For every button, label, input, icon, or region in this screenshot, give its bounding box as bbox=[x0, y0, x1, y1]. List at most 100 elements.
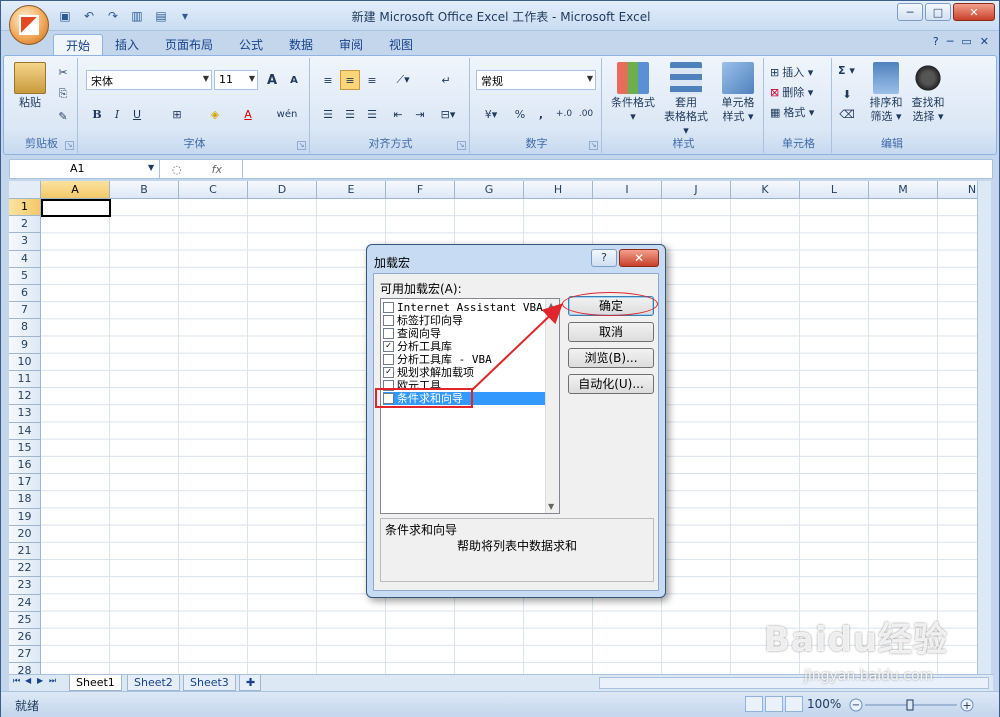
column-header[interactable]: A bbox=[41, 181, 110, 199]
row-header[interactable]: 15 bbox=[9, 439, 41, 457]
align-right-icon[interactable]: ☰ bbox=[362, 104, 382, 124]
shrink-font-button[interactable]: A bbox=[284, 70, 304, 90]
decrease-decimal-icon[interactable]: .00 bbox=[576, 104, 596, 124]
row-header[interactable]: 14 bbox=[9, 422, 41, 440]
cell-styles-button[interactable]: 单元格 样式 ▾ bbox=[712, 62, 764, 124]
format-cells-button[interactable]: ▦ 格式 ▾ bbox=[770, 104, 814, 120]
addin-list-item[interactable]: Internet Assistant VBA bbox=[383, 301, 557, 314]
tab-formulas[interactable]: 公式 bbox=[227, 34, 275, 55]
row-header[interactable]: 24 bbox=[9, 594, 41, 612]
insert-sheet-icon[interactable]: ✚ bbox=[239, 675, 261, 691]
align-top-icon[interactable]: ≡ bbox=[318, 70, 338, 90]
addin-list-item[interactable]: 标签打印向导 bbox=[383, 314, 557, 327]
sheet-tab[interactable]: Sheet1 bbox=[69, 675, 122, 691]
insert-function-button[interactable]: fx bbox=[212, 163, 222, 176]
tab-review[interactable]: 审阅 bbox=[327, 34, 375, 55]
align-middle-icon[interactable]: ≡ bbox=[340, 70, 360, 90]
row-header[interactable]: 22 bbox=[9, 560, 41, 578]
first-sheet-icon[interactable]: ⏮ bbox=[13, 676, 20, 686]
font-color-button[interactable]: A bbox=[236, 104, 260, 124]
alignment-launcher-icon[interactable]: ↘ bbox=[457, 141, 466, 150]
copy-icon[interactable]: ⎘ bbox=[54, 84, 72, 104]
conditional-format-button[interactable]: 条件格式 ▾ bbox=[606, 62, 660, 124]
row-header[interactable]: 23 bbox=[9, 577, 41, 595]
align-bottom-icon[interactable]: ≡ bbox=[362, 70, 382, 90]
italic-button[interactable]: I bbox=[108, 104, 126, 124]
row-header[interactable]: 25 bbox=[9, 611, 41, 629]
fill-icon[interactable]: ⬇ bbox=[838, 84, 856, 104]
wrap-text-icon[interactable]: ↵ bbox=[434, 70, 458, 90]
find-select-button[interactable]: 查找和 选择 ▾ bbox=[908, 62, 948, 124]
font-size-select[interactable]: 11 ▼ bbox=[214, 70, 258, 90]
close-button[interactable]: ✕ bbox=[953, 3, 995, 21]
last-sheet-icon[interactable]: ⏭ bbox=[49, 676, 56, 686]
checkbox[interactable]: ✓ bbox=[383, 341, 394, 352]
paste-button[interactable]: 粘贴 bbox=[12, 62, 48, 110]
checkbox[interactable]: ✓ bbox=[383, 367, 394, 378]
row-header[interactable]: 6 bbox=[9, 285, 41, 303]
normal-view-icon[interactable] bbox=[745, 696, 763, 712]
insert-cells-button[interactable]: ⊞ 插入 ▾ bbox=[770, 64, 813, 80]
comma-button[interactable]: , bbox=[532, 104, 550, 124]
align-center-icon[interactable]: ☰ bbox=[340, 104, 360, 124]
delete-cells-button[interactable]: ⊠ 删除 ▾ bbox=[770, 84, 813, 100]
row-header[interactable]: 10 bbox=[9, 353, 41, 371]
column-header[interactable]: F bbox=[386, 181, 455, 199]
prev-sheet-icon[interactable]: ◀ bbox=[25, 676, 31, 685]
row-header[interactable]: 17 bbox=[9, 474, 41, 492]
merge-center-icon[interactable]: ⊟▾ bbox=[434, 104, 462, 124]
zoom-slider[interactable]: − + bbox=[849, 698, 975, 712]
row-header[interactable]: 8 bbox=[9, 319, 41, 337]
orientation-icon[interactable]: ⟋▾ bbox=[388, 70, 418, 90]
ribbon-minimize-icon[interactable]: ─ bbox=[947, 35, 954, 48]
chevron-down-icon[interactable]: ▼ bbox=[148, 163, 154, 172]
row-header[interactable]: 12 bbox=[9, 388, 41, 406]
bold-button[interactable]: B bbox=[88, 104, 106, 124]
minimize-button[interactable]: ─ bbox=[897, 3, 923, 21]
increase-decimal-icon[interactable]: +.0 bbox=[554, 104, 574, 124]
ribbon-close-icon[interactable]: ✕ bbox=[980, 35, 989, 48]
row-header[interactable]: 28 bbox=[9, 663, 41, 674]
column-header[interactable]: M bbox=[869, 181, 938, 199]
tab-view[interactable]: 视图 bbox=[377, 34, 425, 55]
row-header[interactable]: 18 bbox=[9, 491, 41, 509]
checkbox[interactable] bbox=[383, 354, 394, 365]
formula-expand-icon[interactable]: ◌ bbox=[172, 163, 182, 176]
page-layout-view-icon[interactable] bbox=[765, 696, 783, 712]
phonetic-button[interactable]: wén bbox=[272, 104, 302, 124]
name-box[interactable]: A1 bbox=[10, 160, 160, 178]
row-header[interactable]: 19 bbox=[9, 508, 41, 526]
decrease-indent-icon[interactable]: ⇤ bbox=[388, 104, 408, 124]
next-sheet-icon[interactable]: ▶ bbox=[37, 676, 43, 685]
increase-indent-icon[interactable]: ⇥ bbox=[410, 104, 430, 124]
scroll-down-icon[interactable]: ▼ bbox=[548, 502, 554, 511]
font-name-select[interactable]: 宋体 ▼ bbox=[86, 70, 212, 90]
currency-icon[interactable]: ¥▾ bbox=[476, 104, 506, 124]
ribbon-restore-icon[interactable]: ▭ bbox=[961, 35, 971, 48]
font-launcher-icon[interactable]: ↘ bbox=[297, 141, 306, 150]
cut-icon[interactable]: ✂ bbox=[54, 62, 72, 82]
row-header[interactable]: 26 bbox=[9, 629, 41, 647]
column-header[interactable]: B bbox=[110, 181, 179, 199]
vertical-scrollbar[interactable] bbox=[977, 181, 991, 674]
clipboard-launcher-icon[interactable]: ↘ bbox=[65, 141, 74, 150]
sheet-tab[interactable]: Sheet3 bbox=[183, 675, 236, 691]
column-header[interactable]: C bbox=[179, 181, 248, 199]
dialog-help-button[interactable]: ? bbox=[591, 249, 617, 267]
row-header[interactable]: 7 bbox=[9, 302, 41, 320]
format-as-table-button[interactable]: 套用 表格格式 ▾ bbox=[660, 62, 712, 138]
row-header[interactable]: 5 bbox=[9, 267, 41, 285]
addin-list-item[interactable]: 分析工具库 - VBA bbox=[383, 353, 557, 366]
column-header[interactable]: G bbox=[455, 181, 524, 199]
grow-font-button[interactable]: A bbox=[262, 70, 282, 90]
tab-data[interactable]: 数据 bbox=[277, 34, 325, 55]
number-launcher-icon[interactable]: ↘ bbox=[589, 141, 598, 150]
row-header[interactable]: 21 bbox=[9, 543, 41, 561]
row-header[interactable]: 2 bbox=[9, 216, 41, 234]
dialog-close-button[interactable]: ✕ bbox=[619, 249, 659, 267]
percent-button[interactable]: % bbox=[510, 104, 530, 124]
row-header[interactable]: 16 bbox=[9, 457, 41, 475]
checkbox[interactable] bbox=[383, 302, 394, 313]
align-left-icon[interactable]: ☰ bbox=[318, 104, 338, 124]
scroll-up-icon[interactable]: ▲ bbox=[548, 301, 554, 310]
